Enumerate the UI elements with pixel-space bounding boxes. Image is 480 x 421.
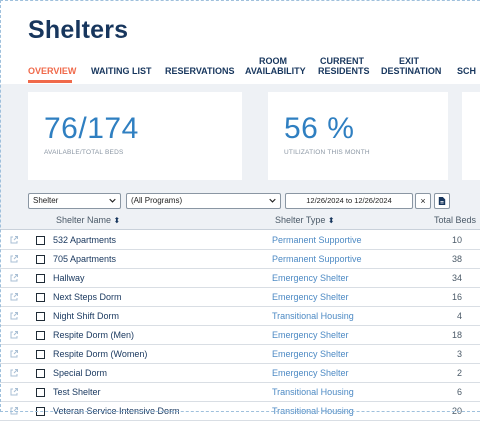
- shelter-name[interactable]: 532 Apartments: [53, 235, 116, 245]
- table-header: Shelter Name ⬍ Shelter Type ⬍ Total Beds: [0, 212, 480, 230]
- tab-overview[interactable]: OVERVIEW: [28, 66, 76, 76]
- tab-reservations[interactable]: RESERVATIONS: [165, 66, 235, 76]
- stat-card-beds: 76/174 AVAILABLE/TOTAL BEDS: [28, 92, 242, 180]
- export-button[interactable]: [434, 193, 450, 209]
- shelter-type: Transitional Housing: [272, 406, 354, 416]
- shelter-name[interactable]: Next Steps Dorm: [53, 292, 122, 302]
- tab-current-residents[interactable]: CURRENT RESIDENTS: [318, 56, 370, 76]
- table-row[interactable]: Next Steps Dorm Emergency Shelter 16: [0, 288, 480, 307]
- sort-icon: ⬍: [327, 216, 335, 225]
- table-row[interactable]: 532 Apartments Permanent Supportive 10: [0, 231, 480, 250]
- shelter-select[interactable]: Shelter: [28, 193, 121, 209]
- beds-value: 76/174: [44, 112, 139, 145]
- shelter-type: Emergency Shelter: [272, 273, 349, 283]
- column-shelter-name[interactable]: Shelter Name ⬍: [56, 215, 120, 225]
- column-shelter-type[interactable]: Shelter Type ⬍: [275, 215, 335, 225]
- external-link-icon[interactable]: [9, 235, 19, 245]
- shelter-name[interactable]: Hallway: [53, 273, 85, 283]
- external-link-icon[interactable]: [9, 387, 19, 397]
- total-beds: 2: [456, 368, 462, 378]
- shelter-name[interactable]: Veteran Service Intensive Dorm: [53, 406, 180, 416]
- sort-icon: ⬍: [113, 216, 121, 225]
- external-link-icon[interactable]: [9, 349, 19, 359]
- chevron-down-icon: [269, 198, 276, 203]
- external-link-icon[interactable]: [9, 330, 19, 340]
- program-select-value: (All Programs): [131, 196, 183, 205]
- row-checkbox[interactable]: [36, 388, 45, 397]
- beds-label: AVAILABLE/TOTAL BEDS: [44, 149, 124, 156]
- shelter-name[interactable]: 705 Apartments: [53, 254, 116, 264]
- total-beds: 10: [451, 235, 462, 245]
- stat-card-utilization: 56 % UTILIZATION THIS MONTH: [268, 92, 448, 180]
- shelter-type: Permanent Supportive: [272, 235, 362, 245]
- shelter-name[interactable]: Respite Dorm (Women): [53, 349, 147, 359]
- shelter-select-value: Shelter: [33, 196, 59, 205]
- total-beds: 4: [456, 311, 462, 321]
- shelter-type: Emergency Shelter: [272, 292, 349, 302]
- table-row[interactable]: Test Shelter Transitional Housing 6: [0, 383, 480, 402]
- row-checkbox[interactable]: [36, 350, 45, 359]
- column-total-beds[interactable]: Total Beds: [434, 215, 476, 225]
- total-beds: 18: [451, 330, 462, 340]
- total-beds: 16: [451, 292, 462, 302]
- row-checkbox[interactable]: [36, 369, 45, 378]
- tab-room-availability[interactable]: ROOM AVAILABILITY: [245, 56, 306, 76]
- shelter-name[interactable]: Respite Dorm (Men): [53, 330, 134, 340]
- total-beds: 38: [451, 254, 462, 264]
- tab-waiting-list[interactable]: WAITING LIST: [91, 66, 152, 76]
- row-checkbox[interactable]: [36, 274, 45, 283]
- row-checkbox[interactable]: [36, 331, 45, 340]
- chevron-down-icon: [109, 198, 116, 203]
- shelter-type: Transitional Housing: [272, 387, 354, 397]
- table-row[interactable]: Hallway Emergency Shelter 34: [0, 269, 480, 288]
- active-tab-indicator: [28, 80, 72, 83]
- table-row[interactable]: Respite Dorm (Women) Emergency Shelter 3: [0, 345, 480, 364]
- row-checkbox[interactable]: [36, 312, 45, 321]
- shelter-type: Transitional Housing: [272, 311, 354, 321]
- external-link-icon[interactable]: [9, 311, 19, 321]
- tab-label-line: ROOM: [259, 56, 287, 66]
- external-link-icon[interactable]: [9, 368, 19, 378]
- shelter-name[interactable]: Night Shift Dorm: [53, 311, 119, 321]
- tab-label-line: EXIT: [398, 56, 419, 66]
- table-row[interactable]: Special Dorm Emergency Shelter 2: [0, 364, 480, 383]
- row-checkbox[interactable]: [36, 255, 45, 264]
- tab-schedule[interactable]: SCH: [457, 66, 476, 76]
- external-link-icon[interactable]: [9, 273, 19, 283]
- total-beds: 20: [451, 406, 462, 416]
- shelter-type: Permanent Supportive: [272, 254, 362, 264]
- row-checkbox[interactable]: [36, 293, 45, 302]
- date-range-input[interactable]: 12/26/2024 to 12/26/2024: [285, 193, 413, 209]
- column-label: Shelter Type: [275, 215, 326, 225]
- table-row[interactable]: Respite Dorm (Men) Emergency Shelter 18: [0, 326, 480, 345]
- shelter-type: Emergency Shelter: [272, 368, 349, 378]
- column-label: Shelter Name: [56, 215, 112, 225]
- total-beds: 34: [451, 273, 462, 283]
- external-link-icon[interactable]: [9, 406, 19, 416]
- tab-label-line: DESTINATION: [381, 66, 442, 76]
- shelter-name[interactable]: Test Shelter: [53, 387, 101, 397]
- utilization-value: 56 %: [284, 112, 355, 145]
- tab-label-line: CURRENT: [320, 56, 364, 66]
- clear-filter-button[interactable]: ×: [415, 193, 431, 209]
- total-beds: 3: [456, 349, 462, 359]
- shelter-type: Emergency Shelter: [272, 330, 349, 340]
- external-link-icon[interactable]: [9, 254, 19, 264]
- total-beds: 6: [456, 387, 462, 397]
- tab-label-line: RESIDENTS: [318, 66, 370, 76]
- program-select[interactable]: (All Programs): [126, 193, 281, 209]
- tab-exit-destination[interactable]: EXIT DESTINATION: [381, 56, 442, 76]
- tab-bar: OVERVIEW WAITING LIST RESERVATIONS ROOM …: [0, 52, 480, 84]
- shelter-type: Emergency Shelter: [272, 349, 349, 359]
- utilization-label: UTILIZATION THIS MONTH: [284, 149, 370, 156]
- tab-label-line: AVAILABILITY: [245, 66, 306, 76]
- file-icon: [438, 197, 446, 205]
- table-row[interactable]: 705 Apartments Permanent Supportive 38: [0, 250, 480, 269]
- stat-card-partial: [462, 92, 480, 180]
- shelter-name[interactable]: Special Dorm: [53, 368, 107, 378]
- row-checkbox[interactable]: [36, 236, 45, 245]
- external-link-icon[interactable]: [9, 292, 19, 302]
- table-row[interactable]: Night Shift Dorm Transitional Housing 4: [0, 307, 480, 326]
- page-title: Shelters: [28, 16, 129, 44]
